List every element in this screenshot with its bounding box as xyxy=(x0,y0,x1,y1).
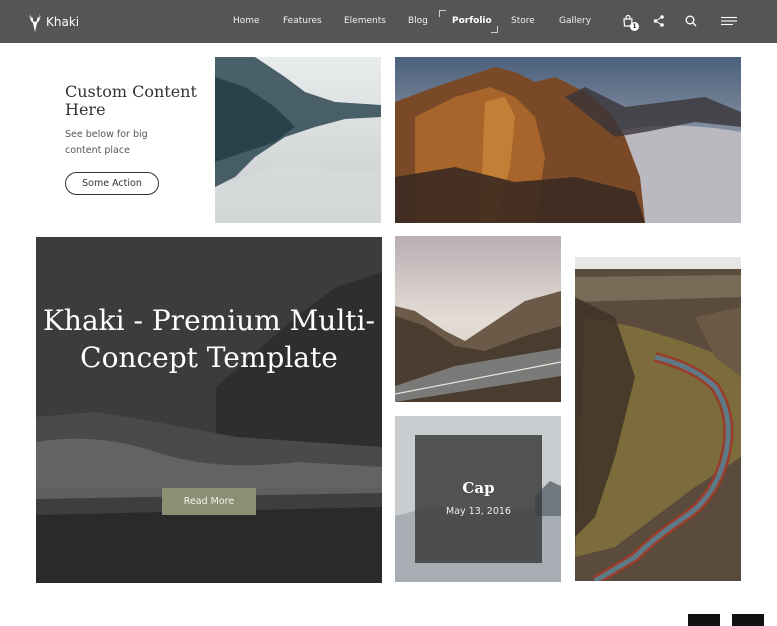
cart-count-badge: 1 xyxy=(630,22,639,31)
nav-item-gallery[interactable]: Gallery xyxy=(559,16,591,26)
nav-item-elements[interactable]: Elements xyxy=(344,16,386,26)
active-bracket-bottom xyxy=(491,26,498,33)
intro-block: Custom Content Here See below for big co… xyxy=(65,83,205,159)
nav-item-blog[interactable]: Blog xyxy=(408,16,428,26)
deer-logo-icon xyxy=(29,13,41,32)
nav-item-porfolio[interactable]: Porfolio xyxy=(452,16,492,26)
hero-title: Khaki - Premium Multi-Concept Template xyxy=(43,304,375,374)
nav-item-features[interactable]: Features xyxy=(283,16,322,26)
caption-title: Cap xyxy=(462,479,495,497)
active-bracket-top xyxy=(439,10,446,17)
prev-page-button[interactable] xyxy=(688,614,720,626)
intro-title: Custom Content Here xyxy=(65,82,197,119)
caption-date: May 13, 2016 xyxy=(446,506,511,517)
share-icon[interactable] xyxy=(651,13,667,29)
read-more-button[interactable]: Read More xyxy=(162,488,256,515)
mountain-cliffs-image[interactable] xyxy=(395,57,741,223)
hamburger-menu-icon[interactable] xyxy=(720,13,738,29)
top-navbar: Khaki Home Features Elements Blog Porfol… xyxy=(0,0,777,43)
caption-overlay xyxy=(415,435,542,563)
nav-item-store[interactable]: Store xyxy=(511,16,535,26)
next-page-button[interactable] xyxy=(732,614,764,626)
intro-description: See below for big content place xyxy=(65,129,148,156)
search-icon[interactable] xyxy=(683,13,699,29)
brand-logo[interactable]: Khaki xyxy=(28,10,79,34)
canyon-river-image[interactable] xyxy=(575,257,741,581)
foggy-forest-image[interactable] xyxy=(215,57,381,223)
hero-banner xyxy=(36,237,382,583)
brand-name: Khaki xyxy=(46,15,80,29)
nav-item-home[interactable]: Home xyxy=(233,16,260,26)
some-action-button[interactable]: Some Action xyxy=(65,172,159,195)
valley-road-image[interactable] xyxy=(395,236,561,402)
